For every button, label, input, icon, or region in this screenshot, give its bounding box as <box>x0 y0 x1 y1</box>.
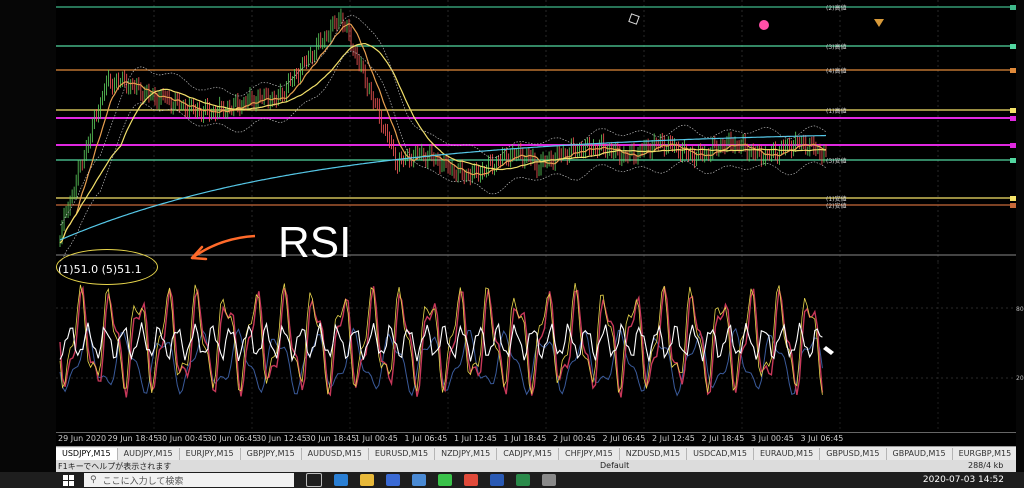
status-profile: Default <box>600 461 630 470</box>
time-tick-label: 30 Jun 12:45 <box>256 434 307 443</box>
price-tag <box>1010 68 1016 73</box>
price-tag <box>1010 108 1016 113</box>
rsi-subwindow[interactable] <box>56 262 1016 432</box>
taskbar-clock: 2020-07-03 14:52 <box>922 475 1004 485</box>
time-tick-label: 1 Jul 12:45 <box>454 434 497 443</box>
chart-tab[interactable]: EURUSD,M15 <box>369 448 436 460</box>
price-tag <box>1010 44 1016 49</box>
time-tick-label: 30 Jun 18:45 <box>305 434 357 443</box>
line-app-icon[interactable] <box>438 474 452 486</box>
rsi-level-80: 80 <box>1016 306 1024 313</box>
edge-browser-icon[interactable] <box>334 474 348 486</box>
time-tick-label: 3 Jul 00:45 <box>751 434 794 443</box>
chrome-icon[interactable] <box>464 474 478 486</box>
price-tag <box>1010 196 1016 201</box>
search-icon: ⚲ <box>90 475 97 485</box>
left-margin <box>0 0 56 488</box>
status-help: F1キーでヘルプが表示されます <box>58 462 172 471</box>
ma-short-line <box>59 23 827 244</box>
chart-tab[interactable]: USDJPY,M15 <box>56 448 118 460</box>
time-axis: 29 Jun 2020 29 Jun 18:45 30 Jun 00:45 30 Ju… <box>56 432 1016 447</box>
status-traffic: 288/4 kb <box>968 461 1004 470</box>
ma-mid-line <box>59 42 827 244</box>
status-bar: F1キーでヘルプが表示されます Default 288/4 kb <box>56 460 1016 472</box>
windows-start-icon[interactable] <box>60 472 76 488</box>
annotation-arrow <box>190 234 256 261</box>
chart-tab[interactable]: AUDJPY,M15 <box>118 448 180 460</box>
time-tick-label: 1 Jul 18:45 <box>503 434 547 443</box>
level-label: (1)高値 <box>826 108 847 115</box>
chart-tab[interactable]: EURGBP,M15 <box>953 448 1016 460</box>
time-tick-label: 30 Jun 00:45 <box>157 434 208 443</box>
taskbar-search-input[interactable]: ⚲ ここに入力して検索 <box>84 473 294 487</box>
chart-window[interactable]: (2)高値 (3)高値 (4)高値 (1)高値 (3)安値 (1)安値 (2)安値 (1)5… <box>0 0 1024 488</box>
price-chart[interactable] <box>56 0 1016 262</box>
pencil-cursor-icon <box>823 346 834 355</box>
price-tag <box>1010 116 1016 121</box>
chart-tab[interactable]: AUDUSD,M15 <box>302 448 369 460</box>
excel-icon[interactable] <box>516 474 530 486</box>
time-tick-label: 2 Jul 06:45 <box>602 434 646 443</box>
price-tag <box>1010 158 1016 163</box>
time-tick-label: 3 Jul 06:45 <box>800 434 844 443</box>
rsi-level-20: 20 <box>1016 375 1024 382</box>
chart-tab[interactable]: NZDUSD,M15 <box>620 448 688 460</box>
time-tick-label: 2 Jul 18:45 <box>701 434 745 443</box>
triangle-marker <box>874 19 884 27</box>
task-view-icon[interactable] <box>306 473 322 487</box>
chart-tab[interactable]: GBPUSD,M15 <box>820 448 887 460</box>
price-axis <box>1016 0 1024 488</box>
level-label: (2)安値 <box>826 203 847 210</box>
time-tick-label: 2 Jul 12:45 <box>652 434 695 443</box>
circle-marker <box>759 20 769 30</box>
chart-tabs: USDJPY,M15 AUDJPY,M15 EURJPY,M15 GBPJPY,M15… <box>56 446 1016 461</box>
annotation-circle <box>56 249 158 285</box>
time-tick-label: 29 Jun 2020 <box>58 434 107 443</box>
chart-tab[interactable]: CADJPY,M15 <box>497 448 559 460</box>
chart-tab[interactable]: EURAUD,M15 <box>754 448 821 460</box>
level-label: (4)高値 <box>826 68 847 75</box>
word-icon[interactable] <box>490 474 504 486</box>
level-label: (3)安値 <box>826 158 847 165</box>
time-tick-label: 1 Jul 00:45 <box>355 434 398 443</box>
chart-tab[interactable]: GBPAUD,M15 <box>887 448 953 460</box>
price-tag <box>1010 143 1016 148</box>
chart-tab[interactable]: NZDJPY,M15 <box>435 448 498 460</box>
time-tick-label: 29 Jun 18:45 <box>107 434 159 443</box>
file-explorer-icon[interactable] <box>360 474 374 486</box>
chart-tab[interactable]: CHFJPY,M15 <box>559 448 620 460</box>
windows-taskbar: ⚲ ここに入力して検索 2020-07-03 14:52 <box>0 472 1024 488</box>
time-tick-label: 2 Jul 00:45 <box>553 434 596 443</box>
chart-tab[interactable]: USDCAD,M15 <box>687 448 754 460</box>
search-placeholder: ここに入力して検索 <box>102 476 184 487</box>
level-label: (2)高値 <box>826 5 847 12</box>
diamond-marker <box>628 13 640 25</box>
mail-icon[interactable] <box>412 474 426 486</box>
annotation-text: RSI <box>278 218 352 267</box>
time-tick-label: 30 Jun 06:45 <box>206 434 258 443</box>
price-tag <box>1010 203 1016 208</box>
time-tick-label: 1 Jul 06:45 <box>404 434 448 443</box>
level-label: (3)高値 <box>826 44 847 51</box>
price-tag <box>1010 5 1016 10</box>
mt4-icon[interactable] <box>542 474 556 486</box>
store-icon[interactable] <box>386 474 400 486</box>
chart-tab[interactable]: EURJPY,M15 <box>180 448 241 460</box>
chart-tab[interactable]: GBPJPY,M15 <box>241 448 302 460</box>
